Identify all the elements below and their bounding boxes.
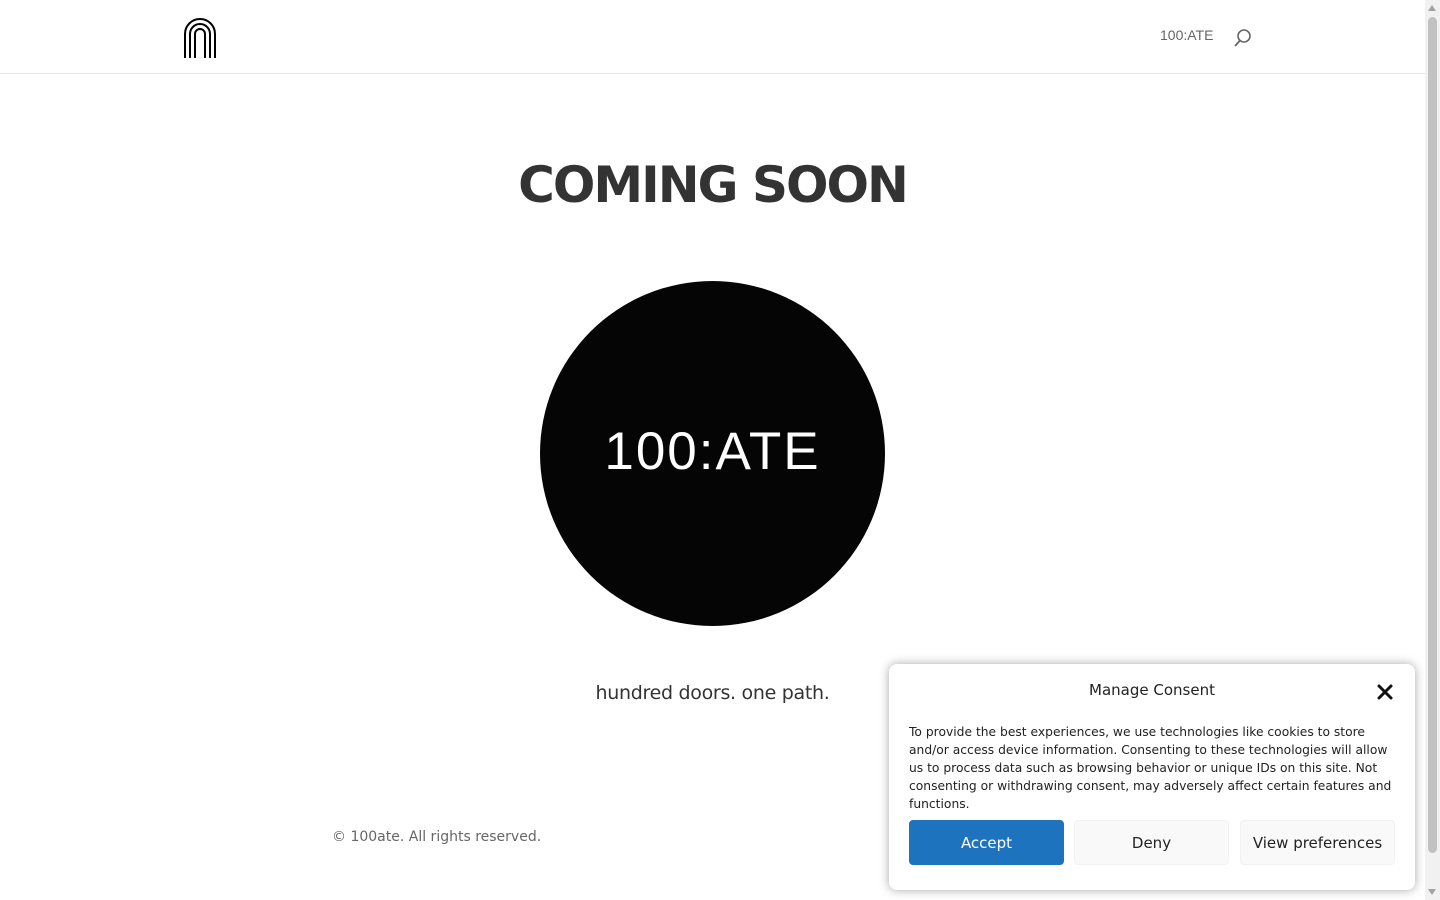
close-icon[interactable] — [1376, 683, 1394, 701]
vertical-scrollbar[interactable] — [1425, 0, 1440, 900]
scroll-down-icon[interactable] — [1428, 889, 1436, 895]
accept-button[interactable]: Accept — [909, 820, 1064, 865]
deny-button[interactable]: Deny — [1074, 820, 1229, 865]
view-preferences-button[interactable]: View preferences — [1240, 820, 1395, 865]
brand-circle: 100:ATE — [540, 281, 885, 626]
site-header: 100:ATE — [0, 0, 1425, 74]
footer-copyright: © 100ate. All rights reserved. — [332, 829, 542, 845]
brand-text: 100:ATE — [604, 422, 821, 481]
arch-logo-icon[interactable] — [183, 17, 217, 58]
nav-link-home[interactable]: 100:ATE — [1160, 27, 1213, 43]
consent-message: To provide the best experiences, we use … — [909, 725, 1392, 811]
consent-dialog: Manage Consent To provide the best exper… — [889, 664, 1415, 890]
page-title: COMING SOON — [518, 156, 909, 214]
search-icon[interactable] — [1233, 28, 1253, 48]
consent-title: Manage Consent — [1089, 681, 1215, 699]
scroll-up-icon[interactable] — [1428, 5, 1436, 11]
scrollbar-thumb[interactable] — [1428, 17, 1437, 853]
